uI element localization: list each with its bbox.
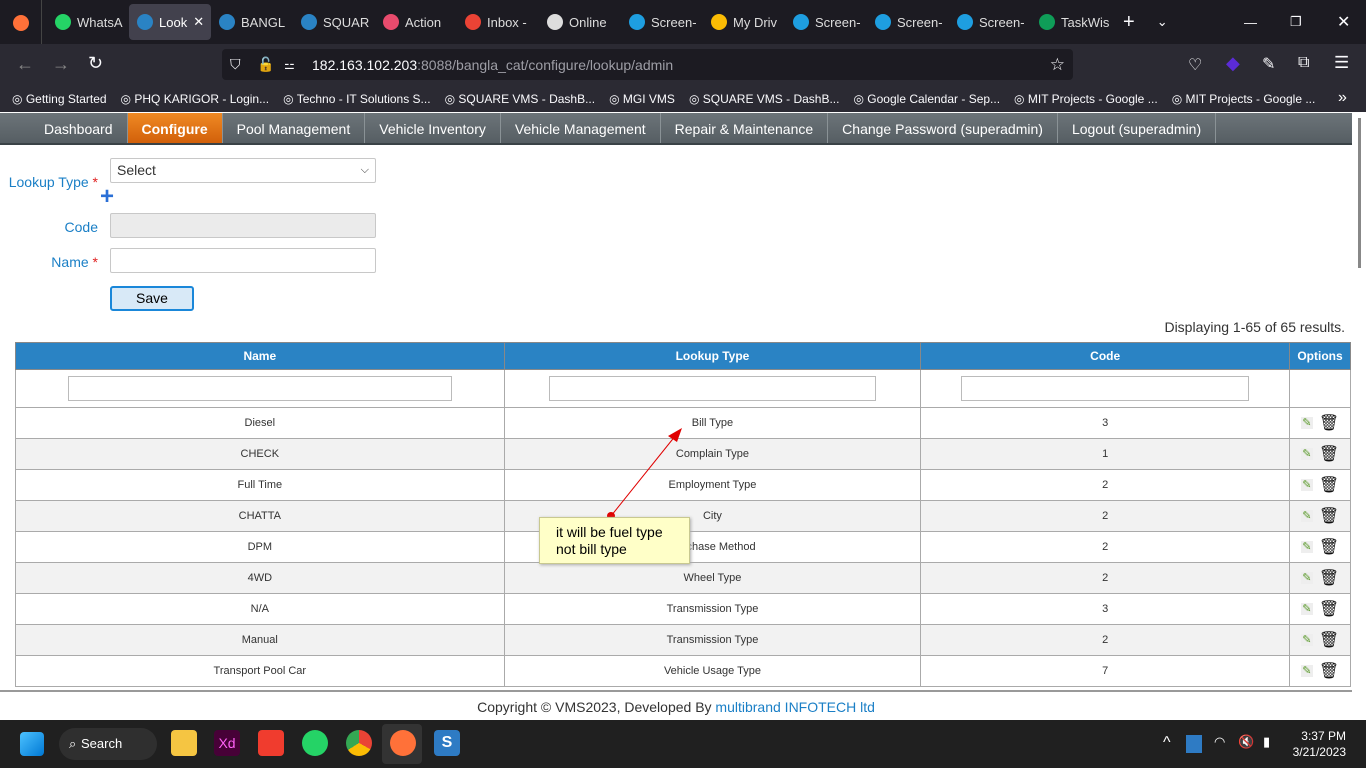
tray-app-icon[interactable] xyxy=(1186,735,1202,753)
file-explorer-icon[interactable] xyxy=(171,730,197,756)
footer: Copyright © VMS2023, Developed By multib… xyxy=(0,690,1352,720)
whatsapp-icon[interactable] xyxy=(302,730,328,756)
anydesk-icon[interactable] xyxy=(258,730,284,756)
annotation-note: it will be fuel type not bill type xyxy=(539,517,690,564)
annotation-arrow xyxy=(607,428,682,520)
page-scrollbar[interactable] xyxy=(1352,113,1366,720)
volume-muted-icon[interactable]: 🔇 xyxy=(1238,734,1254,750)
tray-chevron-icon[interactable]: ^ xyxy=(1163,734,1171,752)
adobe-xd-icon[interactable]: Xd xyxy=(214,730,240,756)
windows-start-icon[interactable] xyxy=(20,732,44,756)
battery-icon[interactable]: ▮ xyxy=(1263,734,1270,750)
clock[interactable]: 3:37 PM 3/21/2023 xyxy=(1290,728,1346,760)
chrome-icon[interactable] xyxy=(346,730,372,756)
taskbar: ⌕ Search Xd S ^ ◠ 🔇 ▮ 3:37 PM 3/21/2023 xyxy=(0,720,1366,768)
firefox-icon[interactable] xyxy=(390,730,416,756)
app-s-icon[interactable]: S xyxy=(434,730,460,756)
developer-link[interactable]: multibrand INFOTECH ltd xyxy=(715,699,874,715)
taskbar-search[interactable]: ⌕ Search xyxy=(59,728,157,760)
wifi-icon[interactable]: ◠ xyxy=(1214,734,1225,750)
